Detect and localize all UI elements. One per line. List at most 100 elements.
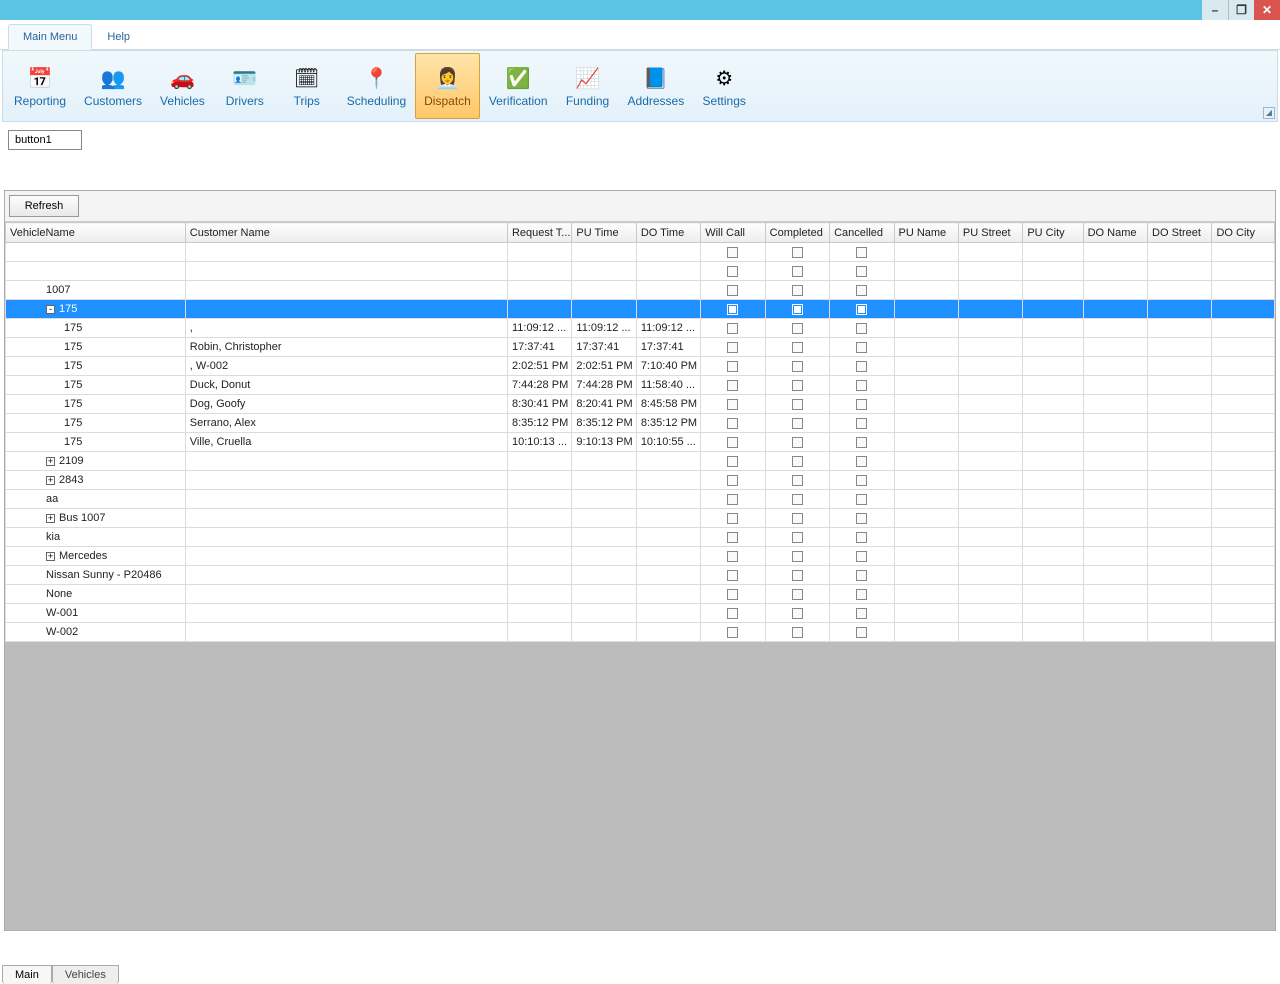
- checkbox-icon[interactable]: [792, 437, 803, 448]
- checkbox-icon[interactable]: [792, 551, 803, 562]
- expand-icon[interactable]: +: [46, 552, 55, 561]
- checkbox-icon[interactable]: [856, 323, 867, 334]
- table-row[interactable]: Nissan Sunny - P20486: [6, 566, 1275, 585]
- dispatch-table[interactable]: VehicleName Customer Name Request T... P…: [5, 222, 1275, 642]
- table-row[interactable]: aa: [6, 490, 1275, 509]
- checkbox-icon[interactable]: [727, 608, 738, 619]
- table-row[interactable]: 1007: [6, 281, 1275, 300]
- cell-cancelled[interactable]: [830, 452, 894, 471]
- checkbox-icon[interactable]: [856, 399, 867, 410]
- window-minimize-button[interactable]: –: [1202, 0, 1228, 20]
- checkbox-icon[interactable]: [792, 513, 803, 524]
- cell-cancelled[interactable]: [830, 604, 894, 623]
- collapse-icon[interactable]: -: [46, 305, 55, 314]
- col-do-name[interactable]: DO Name: [1083, 223, 1147, 243]
- tab-help[interactable]: Help: [92, 24, 145, 49]
- checkbox-icon[interactable]: [856, 551, 867, 562]
- col-will-call[interactable]: Will Call: [701, 223, 765, 243]
- checkbox-icon[interactable]: [727, 627, 738, 638]
- checkbox-icon[interactable]: [727, 456, 738, 467]
- cell-cancelled[interactable]: [830, 281, 894, 300]
- cell-willcall[interactable]: [701, 547, 765, 566]
- checkbox-icon[interactable]: [792, 399, 803, 410]
- table-row[interactable]: 175Ville, Cruella10:10:13 ...9:10:13 PM1…: [6, 433, 1275, 452]
- col-do-street[interactable]: DO Street: [1148, 223, 1212, 243]
- bottom-tab-vehicles[interactable]: Vehicles: [52, 965, 119, 984]
- col-request-time[interactable]: Request T...: [507, 223, 571, 243]
- checkbox-icon[interactable]: [727, 513, 738, 524]
- window-close-button[interactable]: ✕: [1254, 0, 1280, 20]
- table-row[interactable]: 175,11:09:12 ...11:09:12 ...11:09:12 ...: [6, 319, 1275, 338]
- checkbox-icon[interactable]: [792, 285, 803, 296]
- table-row[interactable]: [6, 262, 1275, 281]
- checkbox-icon[interactable]: [792, 627, 803, 638]
- cell-cancelled[interactable]: [830, 395, 894, 414]
- ribbon-vehicles-button[interactable]: 🚗Vehicles: [151, 53, 214, 119]
- cell-willcall[interactable]: [701, 243, 765, 262]
- ribbon-settings-button[interactable]: ⚙Settings: [693, 53, 755, 119]
- cell-completed[interactable]: [765, 566, 829, 585]
- expand-icon[interactable]: +: [46, 514, 55, 523]
- checkbox-icon[interactable]: [856, 304, 867, 315]
- checkbox-icon[interactable]: [856, 342, 867, 353]
- cell-completed[interactable]: [765, 490, 829, 509]
- col-customer-name[interactable]: Customer Name: [185, 223, 507, 243]
- cell-cancelled[interactable]: [830, 528, 894, 547]
- table-row[interactable]: 175, W-0022:02:51 PM2:02:51 PM7:10:40 PM: [6, 357, 1275, 376]
- checkbox-icon[interactable]: [792, 342, 803, 353]
- cell-cancelled[interactable]: [830, 623, 894, 642]
- checkbox-icon[interactable]: [727, 342, 738, 353]
- checkbox-icon[interactable]: [856, 437, 867, 448]
- table-row[interactable]: W-002: [6, 623, 1275, 642]
- cell-willcall[interactable]: [701, 509, 765, 528]
- cell-cancelled[interactable]: [830, 414, 894, 433]
- cell-completed[interactable]: [765, 243, 829, 262]
- refresh-button[interactable]: Refresh: [9, 195, 79, 217]
- col-pu-time[interactable]: PU Time: [572, 223, 636, 243]
- checkbox-icon[interactable]: [792, 247, 803, 258]
- checkbox-icon[interactable]: [727, 399, 738, 410]
- checkbox-icon[interactable]: [727, 247, 738, 258]
- cell-completed[interactable]: [765, 376, 829, 395]
- checkbox-icon[interactable]: [727, 285, 738, 296]
- cell-willcall[interactable]: [701, 395, 765, 414]
- table-header-row[interactable]: VehicleName Customer Name Request T... P…: [6, 223, 1275, 243]
- ribbon-reporting-button[interactable]: 📅Reporting: [5, 53, 75, 119]
- cell-cancelled[interactable]: [830, 243, 894, 262]
- cell-completed[interactable]: [765, 471, 829, 490]
- cell-cancelled[interactable]: [830, 357, 894, 376]
- col-do-city[interactable]: DO City: [1212, 223, 1275, 243]
- cell-cancelled[interactable]: [830, 547, 894, 566]
- cell-cancelled[interactable]: [830, 262, 894, 281]
- checkbox-icon[interactable]: [727, 532, 738, 543]
- cell-willcall[interactable]: [701, 300, 765, 319]
- cell-cancelled[interactable]: [830, 566, 894, 585]
- cell-willcall[interactable]: [701, 262, 765, 281]
- checkbox-icon[interactable]: [792, 266, 803, 277]
- cell-willcall[interactable]: [701, 528, 765, 547]
- col-do-time[interactable]: DO Time: [636, 223, 700, 243]
- checkbox-icon[interactable]: [792, 304, 803, 315]
- checkbox-icon[interactable]: [792, 570, 803, 581]
- checkbox-icon[interactable]: [792, 418, 803, 429]
- checkbox-icon[interactable]: [792, 361, 803, 372]
- cell-cancelled[interactable]: [830, 433, 894, 452]
- checkbox-icon[interactable]: [727, 589, 738, 600]
- bottom-tab-main[interactable]: Main: [2, 965, 52, 984]
- table-row[interactable]: 175Duck, Donut7:44:28 PM7:44:28 PM11:58:…: [6, 376, 1275, 395]
- checkbox-icon[interactable]: [727, 361, 738, 372]
- ribbon-trips-button[interactable]: 🗓Trips: [276, 53, 338, 119]
- cell-cancelled[interactable]: [830, 338, 894, 357]
- checkbox-icon[interactable]: [727, 380, 738, 391]
- cell-willcall[interactable]: [701, 319, 765, 338]
- cell-cancelled[interactable]: [830, 509, 894, 528]
- cell-cancelled[interactable]: [830, 376, 894, 395]
- cell-cancelled[interactable]: [830, 490, 894, 509]
- cell-completed[interactable]: [765, 357, 829, 376]
- checkbox-icon[interactable]: [727, 304, 738, 315]
- checkbox-icon[interactable]: [856, 608, 867, 619]
- checkbox-icon[interactable]: [856, 380, 867, 391]
- ribbon-drivers-button[interactable]: 🪪Drivers: [214, 53, 276, 119]
- table-row[interactable]: +2843: [6, 471, 1275, 490]
- checkbox-icon[interactable]: [856, 589, 867, 600]
